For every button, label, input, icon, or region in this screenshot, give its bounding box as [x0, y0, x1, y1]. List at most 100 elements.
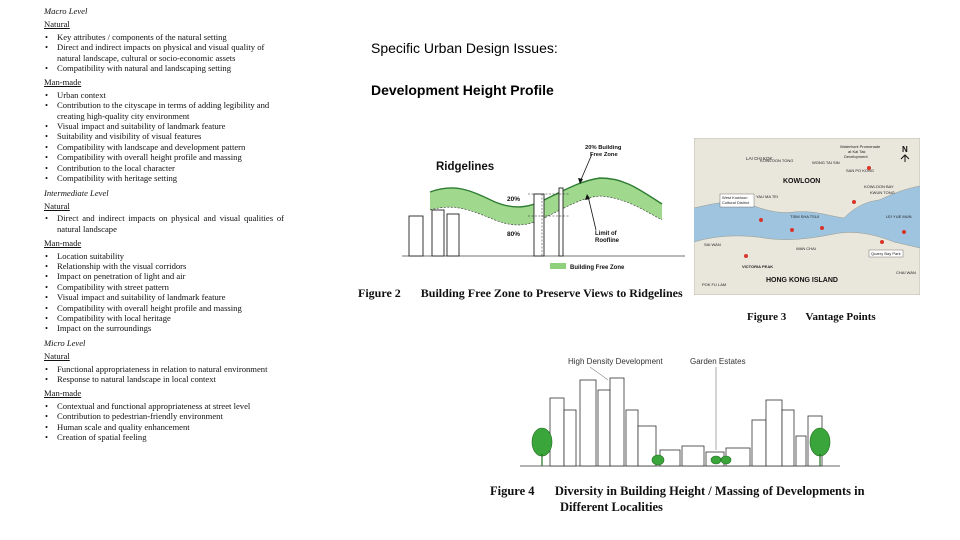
map-label: KOWLOON TONG	[760, 158, 793, 163]
building	[609, 377, 625, 467]
map-label: WONG TAI SIN	[812, 160, 840, 165]
map-label: YAU MA TEI	[756, 194, 778, 199]
garden-estates-label: Garden Estates	[690, 357, 746, 366]
height-profile-heading: Development Height Profile	[371, 82, 554, 98]
building	[579, 379, 597, 467]
issues-heading: Specific Urban Design Issues:	[371, 40, 558, 56]
list-item: Suitability and visibility of visual fea…	[45, 131, 284, 142]
list-item: Impact on penetration of light and air	[45, 271, 284, 282]
figure-2-number: Figure 2	[358, 286, 401, 300]
leader-line	[589, 366, 609, 381]
intermediate-natural-list: Direct and indirect impacts on physical …	[44, 213, 284, 234]
building	[408, 215, 424, 257]
building	[795, 435, 807, 467]
bfz-top-label-2: Free Zone	[590, 152, 618, 158]
figure-4-text-2: Different Localities	[560, 500, 663, 514]
map-label: KWUN TONG	[870, 190, 895, 195]
macro-level-title: Macro Level	[44, 6, 88, 16]
map-label: WAN CHAI	[796, 246, 816, 251]
list-item: Compatibility with street pattern	[45, 282, 284, 293]
map-label: TSIM SHA TSUI	[790, 214, 819, 219]
intermediate-manmade-list: Location suitability Relationship with t…	[44, 251, 284, 335]
map-label: CHAI WAN	[896, 270, 916, 275]
list-item: Location suitability	[45, 251, 284, 262]
list-item: Compatibility with natural and landscapi…	[45, 63, 284, 74]
map-label: POK FU LAM	[702, 282, 726, 287]
list-item: Visual impact and suitability of landmar…	[45, 121, 284, 132]
building	[563, 409, 577, 467]
vantage-point-icon	[880, 240, 884, 244]
map-label: Quarry Bay Park	[871, 251, 901, 256]
building	[446, 213, 460, 257]
list-item: Contribution to pedestrian-friendly envi…	[45, 411, 284, 422]
list-item: Relationship with the visual corridors	[45, 261, 284, 272]
figure-3-number: Figure 3	[747, 311, 787, 323]
list-item: Compatibility with heritage setting	[45, 173, 284, 184]
map-label-kowloon: KOWLOON	[783, 178, 820, 185]
tree-icon	[531, 427, 553, 457]
map-label: Cultural District	[722, 200, 750, 205]
figure-4-text-1: Diversity in Building Height / Massing o…	[554, 484, 865, 498]
tree-icon	[710, 455, 722, 465]
roofline-label: Roofline	[595, 238, 620, 244]
macro-natural-title: Natural	[44, 19, 70, 30]
island-land	[694, 232, 920, 295]
figure-4-skyline: High Density Development Garden Estates	[520, 357, 840, 467]
map-label-island: HONG KONG ISLAND	[766, 277, 838, 284]
vantage-point-icon	[759, 218, 763, 222]
list-item: Creation of spatial feeling	[45, 432, 284, 443]
criteria-list: Macro Level Natural Key attributes / com…	[44, 6, 284, 446]
figure-4-number: Figure 4	[490, 484, 535, 498]
vantage-point-icon	[820, 226, 824, 230]
list-item: Response to natural landscape in local c…	[45, 374, 284, 385]
vantage-point-icon	[744, 254, 748, 258]
list-item: Functional appropriateness in relation t…	[45, 364, 284, 375]
list-item: Compatibility with overall height profil…	[45, 152, 284, 163]
vantage-point-icon	[867, 166, 871, 170]
vantage-point-icon	[852, 200, 856, 204]
tree-icon	[720, 455, 732, 465]
list-item: Human scale and quality enhancement	[45, 422, 284, 433]
list-item: Compatibility with local heritage	[45, 313, 284, 324]
list-item: Contribution to the cityscape in terms o…	[45, 100, 284, 121]
intermediate-natural-title: Natural	[44, 200, 70, 211]
building	[431, 209, 445, 257]
legend-label: Building Free Zone	[570, 265, 625, 271]
legend-swatch	[550, 263, 566, 269]
building	[549, 397, 565, 467]
micro-natural-list: Functional appropriateness in relation t…	[44, 364, 284, 385]
pct-20-label: 20%	[507, 196, 520, 203]
list-item: Compatibility with landscape and develop…	[45, 142, 284, 153]
list-item: Visual impact and suitability of landmar…	[45, 292, 284, 303]
map-label: SAI WAN	[704, 242, 721, 247]
figure-3-caption: Figure 3 Vantage Points	[747, 310, 876, 325]
macro-natural-list: Key attributes / components of the natur…	[44, 32, 284, 74]
intermediate-manmade-title: Man-made	[44, 238, 82, 249]
micro-natural-title: Natural	[44, 351, 70, 362]
building	[597, 389, 611, 467]
tree-icon	[809, 427, 831, 457]
bfz-top-label: 20% Building	[585, 145, 622, 151]
micro-level-title: Micro Level	[44, 337, 86, 348]
figure-4-caption: Figure 4 Diversity in Building Height / …	[490, 483, 865, 515]
map-label: Development	[844, 154, 868, 159]
building	[558, 187, 564, 257]
figure-2-caption: Figure 2 Building Free Zone to Preserve …	[358, 286, 683, 301]
pct-80-label: 80%	[507, 231, 520, 238]
map-label: LEI YUE MUN	[886, 214, 912, 219]
micro-manmade-list: Contextual and functional appropriatenes…	[44, 401, 284, 443]
list-item: Direct and indirect impacts on physical …	[45, 213, 284, 234]
limit-label: Limit of	[595, 231, 618, 237]
list-item: Key attributes / components of the natur…	[45, 32, 284, 43]
list-item: Direct and indirect impacts on physical …	[45, 42, 284, 63]
ridgelines-label: Ridgelines	[436, 161, 494, 173]
figure-2-text: Building Free Zone to Preserve Views to …	[420, 286, 683, 300]
tree-icon	[651, 454, 665, 466]
high-density-label: High Density Development	[568, 357, 663, 366]
list-item: Contribution to the local character	[45, 163, 284, 174]
list-item: Impact on the surroundings	[45, 323, 284, 334]
building	[681, 445, 705, 467]
building	[781, 409, 795, 467]
figure-2-diagram: Ridgelines 20% Building Free Zone 20% 80…	[402, 145, 685, 271]
macro-manmade-title: Man-made	[44, 77, 82, 88]
